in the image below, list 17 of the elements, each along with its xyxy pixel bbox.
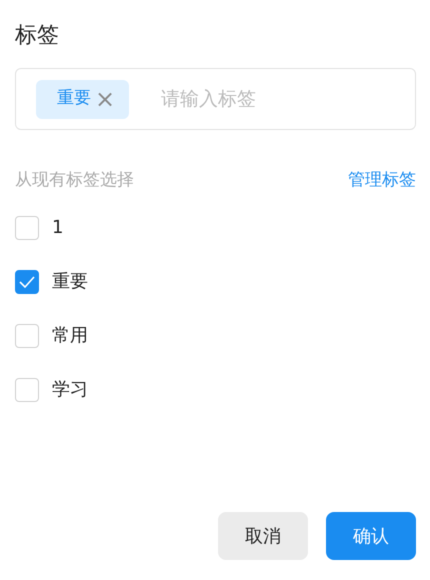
manage-tags-link[interactable]: 管理标签 bbox=[348, 168, 416, 194]
option-label: 重要 bbox=[52, 270, 88, 294]
section-label: 从现有标签选择 bbox=[15, 169, 134, 192]
option-label: 学习 bbox=[52, 378, 88, 402]
checkbox[interactable] bbox=[15, 270, 39, 294]
option-label: 1 bbox=[52, 216, 64, 240]
checkbox[interactable] bbox=[15, 378, 39, 402]
checkbox[interactable] bbox=[15, 216, 39, 240]
confirm-button[interactable]: 确认 bbox=[326, 512, 416, 560]
option-label: 常用 bbox=[52, 324, 88, 348]
checkbox[interactable] bbox=[15, 324, 39, 348]
check-icon bbox=[19, 276, 35, 288]
tag-label: 重要 bbox=[57, 87, 91, 110]
tag-input-box[interactable]: 重要 × 请输入标签 bbox=[15, 68, 416, 130]
remove-tag-button[interactable]: × bbox=[95, 87, 116, 111]
cancel-button[interactable]: 取消 bbox=[218, 512, 308, 560]
dialog-title: 标签 bbox=[15, 22, 60, 50]
